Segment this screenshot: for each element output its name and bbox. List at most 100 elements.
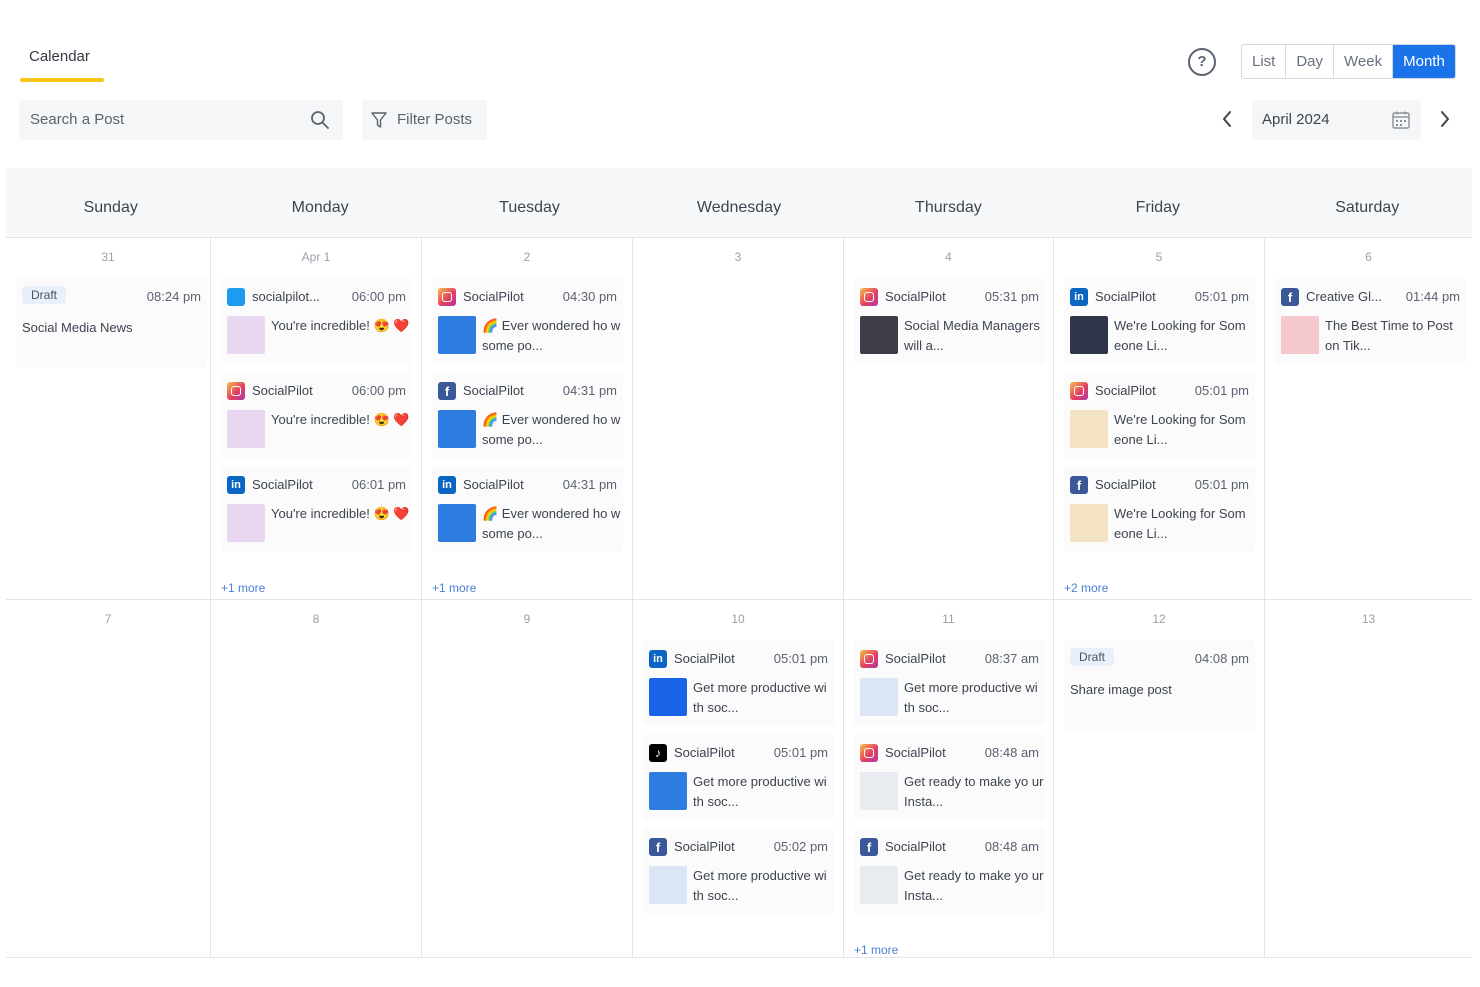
day-number: 12	[1152, 612, 1166, 626]
day-cell[interactable]: 10 in SocialPilot 05:01 pm Get more producti…	[633, 600, 844, 957]
facebook-icon: f	[1070, 476, 1088, 494]
day-number: 8	[312, 612, 320, 626]
post-card[interactable]: SocialPilot 05:31 pm Social Media Managers…	[854, 278, 1045, 364]
account-name: SocialPilot	[1095, 289, 1156, 304]
post-text: We're Looking for Som eone Li...	[1114, 412, 1246, 447]
day-cell[interactable]: 3	[633, 238, 844, 599]
filter-posts-label: Filter Posts	[397, 111, 473, 128]
help-icon[interactable]: ?	[1188, 48, 1216, 76]
tab-calendar[interactable]: Calendar	[20, 48, 104, 82]
day-number: 3	[734, 250, 742, 264]
post-card[interactable]: SocialPilot 04:30 pm 🌈 Ever wondered ho w …	[432, 278, 623, 364]
view-list-button[interactable]: List	[1242, 45, 1287, 78]
view-day-button[interactable]: Day	[1286, 45, 1335, 78]
more-posts-link[interactable]: +1 more	[854, 943, 898, 957]
month-picker[interactable]: April 2024	[1252, 100, 1421, 140]
draft-post-card[interactable]: Draft 08:24 pm Social Media News	[16, 278, 207, 368]
post-header: in SocialPilot 04:31 pm	[438, 476, 617, 494]
post-header: ♪ SocialPilot 05:01 pm	[649, 744, 828, 762]
view-month-button[interactable]: Month	[1393, 45, 1455, 78]
day-cell[interactable]: Apr 1 socialpilot... 06:00 pm You're incred…	[211, 238, 422, 599]
day-cell[interactable]: 31 Draft 08:24 pm Social Media News	[6, 238, 211, 599]
day-cell[interactable]: 6 f Creative Gl... 01:44 pm The Best Time to…	[1265, 238, 1472, 599]
post-card[interactable]: socialpilot... 06:00 pm You're incredible!…	[221, 278, 412, 364]
weekday-wednesday: Wednesday	[696, 199, 782, 216]
more-posts-link[interactable]: +1 more	[432, 581, 476, 595]
account-name: SocialPilot	[252, 383, 313, 398]
filter-posts-button[interactable]: Filter Posts	[362, 100, 487, 140]
day-cell[interactable]: 4 SocialPilot 05:31 pm Social Media Manager…	[844, 238, 1054, 599]
post-card[interactable]: SocialPilot 08:37 am Get more productive w…	[854, 640, 1045, 726]
post-time: 06:00 pm	[351, 383, 406, 398]
search-icon[interactable]	[310, 110, 330, 130]
weekday-thursday: Thursday	[915, 199, 982, 216]
view-week-button[interactable]: Week	[1334, 45, 1394, 78]
post-card[interactable]: f SocialPilot 04:31 pm 🌈 Ever wondered ho w…	[432, 372, 623, 458]
next-month-chevron-icon[interactable]	[1436, 108, 1454, 130]
post-card[interactable]: SocialPilot 06:00 pm You're incredible! 😍 …	[221, 372, 412, 458]
instagram-icon	[860, 744, 878, 762]
draft-badge: Draft	[22, 286, 67, 304]
tiktok-icon: ♪	[649, 744, 667, 762]
post-thumbnail	[1281, 316, 1319, 354]
post-thumbnail	[438, 410, 476, 448]
day-cell[interactable]: 8	[211, 600, 422, 957]
account-name: SocialPilot	[885, 289, 946, 304]
post-text: Get more productive wi th soc...	[693, 774, 827, 809]
day-number: 9	[523, 612, 531, 626]
post-card[interactable]: f SocialPilot 08:48 am Get ready to make yo…	[854, 828, 1045, 914]
account-name: SocialPilot	[463, 289, 524, 304]
post-thumbnail	[649, 866, 687, 904]
prev-month-chevron-icon[interactable]	[1218, 108, 1236, 130]
account-name: SocialPilot	[1095, 477, 1156, 492]
account-name: SocialPilot	[885, 651, 946, 666]
instagram-icon	[1070, 382, 1088, 400]
day-cell[interactable]: 12 Draft 04:08 pm Share image post	[1054, 600, 1265, 957]
post-card[interactable]: SocialPilot 05:01 pm We're Looking for Som…	[1064, 372, 1255, 458]
day-number: 5	[1155, 250, 1163, 264]
account-name: socialpilot...	[252, 289, 320, 304]
post-card[interactable]: SocialPilot 08:48 am Get ready to make yo …	[854, 734, 1045, 820]
instagram-icon	[227, 382, 245, 400]
post-header: f Creative Gl... 01:44 pm	[1281, 288, 1460, 306]
post-card[interactable]: f SocialPilot 05:02 pm Get more productive …	[643, 828, 834, 914]
facebook-icon: f	[860, 838, 878, 856]
day-cell[interactable]: 5 in SocialPilot 05:01 pm We're Looking for …	[1054, 238, 1265, 599]
post-card[interactable]: in SocialPilot 06:01 pm You're incredible! …	[221, 466, 412, 552]
day-cell[interactable]: 13	[1265, 600, 1472, 957]
post-thumbnail	[438, 316, 476, 354]
post-text: 🌈 Ever wondered ho w some po...	[482, 506, 621, 541]
post-card[interactable]: ♪ SocialPilot 05:01 pm Get more productive …	[643, 734, 834, 820]
account-name: SocialPilot	[463, 383, 524, 398]
post-card[interactable]: in SocialPilot 05:01 pm Get more productive…	[643, 640, 834, 726]
current-month: April 2024	[1262, 111, 1330, 128]
day-cell[interactable]: 7	[6, 600, 211, 957]
instagram-icon	[860, 288, 878, 306]
post-card[interactable]: in SocialPilot 05:01 pm We're Looking for S…	[1064, 278, 1255, 364]
day-number: 31	[101, 250, 115, 264]
post-card[interactable]: in SocialPilot 04:31 pm 🌈 Ever wondered ho …	[432, 466, 623, 552]
more-posts-link[interactable]: +2 more	[1064, 581, 1108, 595]
week-row: 31 Draft 08:24 pm Social Media News Apr 1 soc…	[6, 238, 1472, 600]
draft-post-card[interactable]: Draft 04:08 pm Share image post	[1064, 640, 1255, 730]
post-time: 06:01 pm	[351, 477, 406, 492]
post-card[interactable]: f Creative Gl... 01:44 pm The Best Time to …	[1275, 278, 1466, 364]
post-header: socialpilot... 06:00 pm	[227, 288, 406, 306]
post-card[interactable]: f SocialPilot 05:01 pm We're Looking for So…	[1064, 466, 1255, 552]
day-cell[interactable]: 2 SocialPilot 04:30 pm 🌈 Ever wondered ho w…	[422, 238, 633, 599]
post-thumbnail	[227, 504, 265, 542]
day-cell[interactable]: 9	[422, 600, 633, 957]
day-cell[interactable]: 11 SocialPilot 08:37 am Get more productive…	[844, 600, 1054, 957]
search-input[interactable]: Search a Post	[30, 111, 124, 128]
calendar-icon[interactable]	[1391, 110, 1411, 130]
post-text: Share image post	[1070, 682, 1172, 697]
account-name: SocialPilot	[885, 745, 946, 760]
post-thumbnail	[649, 678, 687, 716]
account-name: SocialPilot	[885, 839, 946, 854]
post-text: Social Media News	[22, 320, 133, 335]
post-time: 05:31 pm	[984, 289, 1039, 304]
search-post-box[interactable]: Search a Post	[19, 100, 343, 140]
more-posts-link[interactable]: +1 more	[221, 581, 265, 595]
weekday-saturday: Saturday	[1335, 199, 1400, 216]
instagram-icon	[860, 650, 878, 668]
